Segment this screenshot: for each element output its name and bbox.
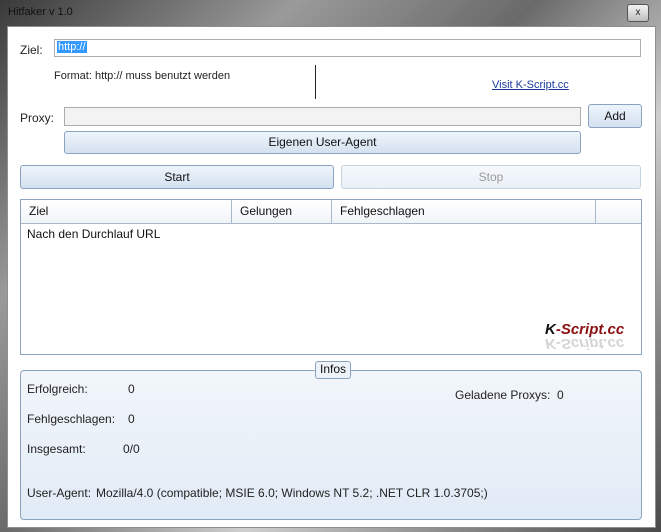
fehlgeschlagen-value: 0 (128, 412, 135, 426)
list-header: Ziel Gelungen Fehlgeschlagen (21, 200, 641, 224)
insgesamt-value: 0/0 (123, 442, 140, 456)
infos-legend: Infos (315, 361, 352, 379)
target-label: Ziel: (20, 43, 43, 57)
stop-button[interactable]: Stop (341, 165, 641, 189)
separator-line (315, 65, 316, 99)
fehlgeschlagen-label: Fehlgeschlagen: (27, 412, 116, 426)
user-agent-value: Mozilla/4.0 (compatible; MSIE 6.0; Windo… (96, 486, 488, 500)
window-title: Hitfaker v 1.0 (8, 6, 73, 18)
close-button[interactable]: x (627, 4, 649, 22)
infos-group: Erfolgreich: 0 Fehlgeschlagen: 0 Insgesa… (20, 370, 642, 520)
proxys-value: 0 (557, 388, 564, 402)
format-hint: Format: http:// muss benutzt werden (54, 70, 231, 82)
start-button[interactable]: Start (20, 165, 334, 189)
results-list[interactable]: Ziel Gelungen Fehlgeschlagen Nach den Du… (20, 199, 642, 355)
column-header-ziel[interactable]: Ziel (21, 200, 232, 223)
user-agent-label: User-Agent: (27, 486, 92, 500)
column-label: Fehlgeschlagen (340, 204, 425, 218)
erfolgreich-label: Erfolgreich: (27, 382, 88, 396)
column-header-gelungen[interactable]: Gelungen (232, 200, 332, 223)
erfolgreich-value: 0 (128, 382, 135, 396)
user-agent-button[interactable]: Eigenen User-Agent (64, 131, 581, 154)
visit-link[interactable]: Visit K-Script.cc (492, 79, 569, 91)
target-input[interactable]: http:// (54, 39, 641, 57)
main-window: Ziel: http:// Format: http:// muss benut… (7, 26, 656, 528)
start-label: Start (164, 170, 190, 184)
proxy-label: Proxy: (20, 111, 55, 125)
column-header-fehlgeschlagen[interactable]: Fehlgeschlagen (332, 200, 596, 223)
logo-reflection: K-Script.cc (545, 335, 625, 352)
proxys-label: Geladene Proxys: (455, 388, 551, 402)
add-proxy-label: Add (604, 109, 626, 123)
insgesamt-label: Insgesamt: (27, 442, 86, 456)
stop-label: Stop (478, 170, 504, 184)
target-input-value: http:// (57, 41, 87, 53)
user-agent-button-label: Eigenen User-Agent (268, 135, 377, 149)
table-row[interactable]: Nach den Durchlauf URL (21, 224, 641, 242)
row-ziel: Nach den Durchlauf URL (27, 227, 161, 241)
close-icon: x (635, 7, 641, 18)
column-label: Ziel (29, 204, 49, 218)
column-label: Gelungen (240, 204, 293, 218)
proxy-input[interactable] (64, 107, 581, 126)
add-proxy-button[interactable]: Add (588, 104, 642, 128)
infos-legend-label: Infos (320, 362, 347, 376)
title-bar[interactable]: Hitfaker v 1.0 x (0, 0, 661, 24)
